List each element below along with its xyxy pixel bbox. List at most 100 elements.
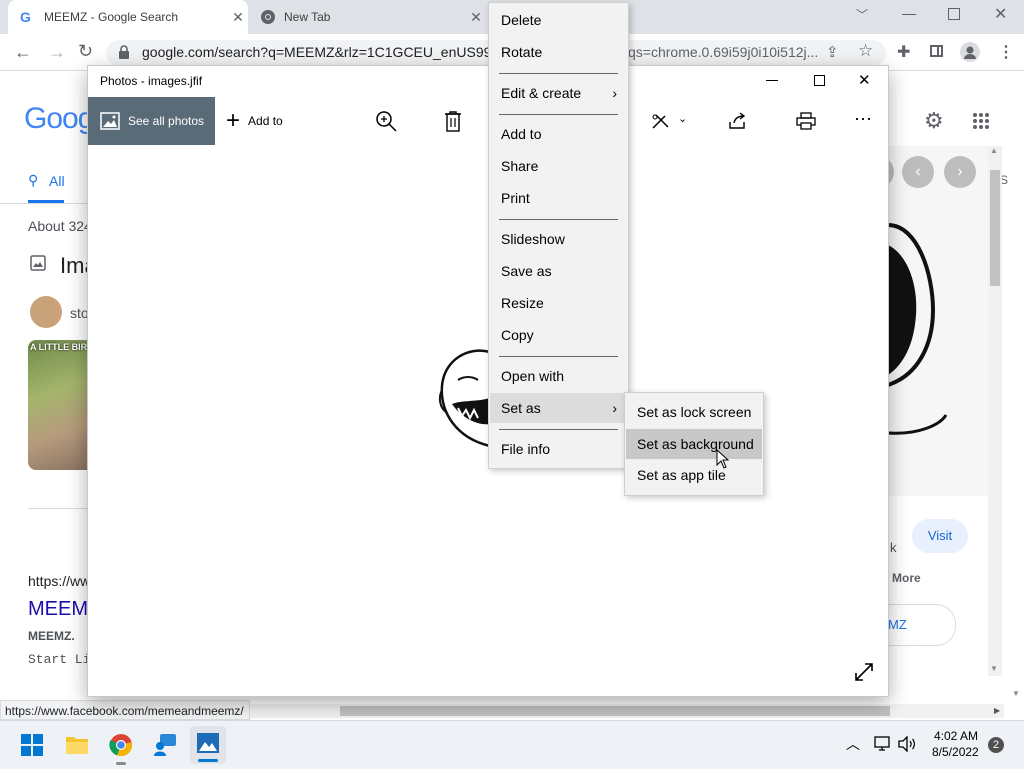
file-explorer-icon[interactable] [65,734,89,756]
back-icon[interactable]: ← [14,42,32,63]
see-all-photos-label: See all photos [128,114,205,128]
menu-item-edit-create[interactable]: Edit & create › [490,78,627,108]
photo-context-menu: Delete Rotate Edit & create › Add to Sha… [488,2,629,469]
google-logo-text: Goog [24,102,94,135]
settings-gear-icon[interactable]: ⚙ [924,108,944,134]
delete-trash-icon[interactable] [444,110,462,132]
mouse-cursor-icon [716,449,730,469]
add-to-label: Add to [248,114,283,128]
reload-icon[interactable]: ↻ [78,41,93,62]
menu-item-share[interactable]: Share [490,151,627,181]
menu-item-file-info[interactable]: File info [490,434,627,464]
google-logo[interactable]: Goog [24,102,94,136]
bookmark-star-icon[interactable]: ☆ [858,41,873,61]
clock-time[interactable]: 4:02 AM [934,729,978,743]
carousel-prev-button[interactable]: ‹ [902,156,934,188]
result-stats: About 324 [28,218,92,234]
forward-icon[interactable]: → [48,42,66,63]
menu-item-slideshow[interactable]: Slideshow [490,224,627,254]
close-tab-icon[interactable]: ✕ [228,9,248,26]
result-bold: MEEMZ. [28,629,75,643]
tab-all[interactable]: All [49,173,65,189]
menu-item-set-as[interactable]: Set as › [490,393,627,423]
set-as-submenu: Set as lock screen Set as background Set… [624,392,764,496]
menu-item-label: Edit & create [501,85,582,101]
full-screen-expand-icon[interactable] [854,662,874,682]
menu-item-label: Set as [501,400,541,416]
photos-close-button[interactable]: ✕ [858,71,871,89]
notification-badge[interactable]: 2 [988,737,1004,753]
extensions-icon[interactable]: ✚ [897,42,910,62]
photos-minimize-button[interactable] [766,80,778,81]
photos-taskbar-button[interactable] [190,726,226,764]
result-title-link[interactable]: MEEM [28,598,88,621]
tab-meemz-search[interactable]: G MEEMZ - Google Search ✕ [8,0,248,34]
notification-count: 2 [992,739,1000,751]
share-icon[interactable]: ⇪ [826,43,839,61]
menu-item-set-lock-screen[interactable]: Set as lock screen [626,397,762,427]
submenu-chevron-icon: › [612,85,617,101]
section-divider [28,508,88,509]
scroll-right-arrow-icon[interactable]: ▶ [994,706,1000,715]
carousel-next-button[interactable]: › [944,156,976,188]
menu-separator [499,114,618,115]
edit-create-icon[interactable] [651,112,671,130]
menu-item-copy[interactable]: Copy [490,320,627,350]
meme-caption-text: A LITTLE BIRD [30,342,88,352]
photos-maximize-button[interactable] [814,75,825,86]
tab-title: MEEMZ - Google Search [44,10,179,24]
visit-button[interactable]: Visit [912,519,968,553]
result-url[interactable]: https://ww [28,573,90,589]
menu-item-delete[interactable]: Delete [490,5,627,35]
menu-item-add-to[interactable]: Add to [490,119,627,149]
chip-avatar [30,296,62,328]
lock-icon [119,45,129,59]
scroll-down-arrow-icon[interactable]: ▼ [1012,689,1020,698]
print-icon[interactable] [796,112,816,130]
scrollbar-thumb[interactable] [990,170,1000,286]
photos-app-icon [197,733,219,753]
show-hidden-icons-chevron-icon[interactable]: ︿ [846,734,860,754]
network-icon[interactable] [874,736,892,752]
close-tab-icon[interactable]: ✕ [466,9,486,26]
tab-title: New Tab [284,10,331,24]
menu-item-set-app-tile[interactable]: Set as app tile [626,460,762,490]
profile-avatar-icon[interactable] [960,42,980,62]
tab-search-chevron-icon[interactable]: ﹀ [856,6,868,23]
menu-item-print[interactable]: Print [490,183,627,213]
photo-gallery-icon [100,112,120,130]
minimize-browser-button[interactable] [902,8,916,20]
see-all-photos-button[interactable]: See all photos [88,97,215,145]
zoom-in-icon[interactable] [375,110,397,132]
image-icon [30,255,46,271]
menu-item-open-with[interactable]: Open with [490,361,627,391]
horizontal-scrollbar-thumb[interactable] [340,706,890,716]
meemz-chip-text: MZ [888,617,907,632]
meme-face-image [438,349,490,448]
menu-item-set-background[interactable]: Set as background [626,429,762,459]
menu-item-rotate[interactable]: Rotate [490,37,627,67]
clock-date[interactable]: 8/5/2022 [932,745,979,759]
menu-item-save-as[interactable]: Save as [490,256,627,286]
apps-grid-icon[interactable] [972,112,990,130]
scroll-up-arrow-icon[interactable]: ▲ [990,146,998,155]
side-k-text: k [890,540,897,555]
share-icon[interactable] [728,112,748,130]
more-options-icon[interactable]: ⋯ [854,109,872,130]
tab-new-tab[interactable]: New Tab ✕ [250,0,486,34]
more-text[interactable]: More [892,571,921,585]
chat-icon[interactable] [152,732,178,758]
menu-item-resize[interactable]: Resize [490,288,627,318]
add-to-button[interactable]: + Add to [226,109,283,133]
windows-start-icon[interactable] [21,734,43,756]
image-thumbnail[interactable]: A LITTLE BIRD [28,340,88,470]
scroll-down-arrow-icon[interactable]: ▼ [990,664,998,673]
close-browser-button[interactable]: ✕ [994,4,1007,24]
volume-icon[interactable] [898,736,916,752]
restore-browser-button[interactable] [948,8,960,20]
chrome-menu-icon[interactable]: ⋮ [998,42,1014,62]
edit-dropdown-chevron-icon[interactable]: ⌄ [678,112,687,125]
chip-text[interactable]: sto [70,305,89,321]
side-panel-icon[interactable] [930,45,943,57]
chrome-icon[interactable] [109,733,133,757]
